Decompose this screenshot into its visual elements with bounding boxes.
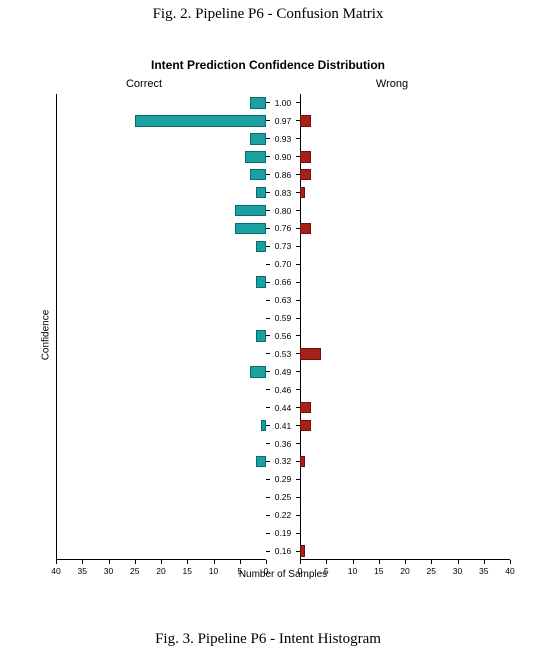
chart-title: Intent Prediction Confidence Distributio… (20, 58, 516, 72)
x-tick-label: 15 (374, 566, 383, 576)
x-tick-label: 25 (427, 566, 436, 576)
y-tick-label: 0.36 (272, 439, 294, 448)
y-tick-label: 1.00 (272, 99, 294, 108)
x-tick-label: 0 (264, 566, 269, 576)
page: Fig. 2. Pipeline P6 - Confusion Matrix I… (0, 0, 536, 654)
facet-label-correct: Correct (20, 78, 268, 90)
y-tick-label: 0.49 (272, 368, 294, 377)
x-tick-label: 10 (209, 566, 218, 576)
x-tick-label: 5 (237, 566, 242, 576)
y-tick-label: 0.63 (272, 296, 294, 305)
y-tick-label: 0.59 (272, 314, 294, 323)
x-tick-label: 5 (324, 566, 329, 576)
y-tick-label: 0.93 (272, 135, 294, 144)
plot-area: Confidence Number of Samples 1.000.970.9… (56, 94, 510, 576)
x-tick-label: 0 (298, 566, 303, 576)
y-tick-label: 0.16 (272, 547, 294, 556)
y-tick-label: 0.32 (272, 457, 294, 466)
facet-wrong (300, 94, 510, 560)
x-tick-label: 20 (400, 566, 409, 576)
facet-correct (56, 94, 266, 560)
x-tick-label: 15 (183, 566, 192, 576)
figure-3-caption: Fig. 3. Pipeline P6 - Intent Histogram (0, 631, 536, 648)
y-axis-label: Confidence (41, 310, 52, 361)
figure-2-caption: Fig. 2. Pipeline P6 - Confusion Matrix (0, 6, 536, 23)
x-tick-label: 30 (104, 566, 113, 576)
y-tick-label: 0.19 (272, 529, 294, 538)
y-tick-label: 0.22 (272, 511, 294, 520)
y-tick-label: 0.66 (272, 278, 294, 287)
y-tick-label: 0.83 (272, 188, 294, 197)
y-tick-label: 0.80 (272, 206, 294, 215)
y-tick-label: 0.76 (272, 224, 294, 233)
y-tick-label: 0.73 (272, 242, 294, 251)
y-tick-label: 0.29 (272, 475, 294, 484)
x-tick-label: 40 (505, 566, 514, 576)
y-tick-label: 0.41 (272, 421, 294, 430)
y-tick-label: 0.46 (272, 385, 294, 394)
facet-label-wrong: Wrong (268, 78, 516, 90)
x-tick-label: 35 (78, 566, 87, 576)
y-tick-label: 0.70 (272, 260, 294, 269)
x-tick-label: 35 (479, 566, 488, 576)
y-tick-label: 0.56 (272, 332, 294, 341)
y-tick-label: 0.25 (272, 493, 294, 502)
y-tick-label: 0.97 (272, 117, 294, 126)
y-tick-label: 0.86 (272, 170, 294, 179)
intent-histogram-chart: Intent Prediction Confidence Distributio… (20, 58, 516, 606)
x-axis-label: Number of Samples (56, 569, 510, 580)
x-tick-label: 40 (51, 566, 60, 576)
y-tick-label: 0.90 (272, 152, 294, 161)
x-tick-label: 30 (453, 566, 462, 576)
y-tick-label: 0.53 (272, 350, 294, 359)
x-tick-label: 20 (156, 566, 165, 576)
x-tick-label: 25 (130, 566, 139, 576)
x-tick-label: 10 (348, 566, 357, 576)
y-tick-label: 0.44 (272, 403, 294, 412)
